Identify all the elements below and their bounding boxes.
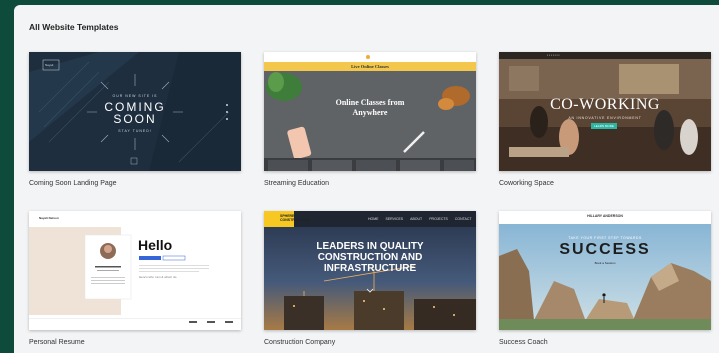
template-caption[interactable]: Success Coach: [499, 339, 548, 346]
template-caption[interactable]: Construction Company: [264, 339, 335, 346]
preview-logo: SPHERE CONSTRUCTIONS: [280, 214, 311, 222]
preview-title-2: SOON: [113, 112, 157, 126]
template-thumbnail[interactable]: Nayeli Nelson Hello Here's who I am & wh…: [29, 211, 241, 330]
thumbnail-background: [29, 211, 241, 330]
template-caption[interactable]: Coworking Space: [499, 180, 554, 187]
preview-banner: Live Online Classes: [351, 64, 389, 69]
template-thumbnail[interactable]: Live Online Classes Online Classes from …: [264, 52, 476, 171]
template-caption[interactable]: Streaming Education: [264, 180, 329, 187]
preview-logo: Nayeli: [45, 63, 54, 67]
template-thumbnail[interactable]: SPHERE CONSTRUCTIONS HOME SERVICES ABOUT PR…: [264, 211, 476, 330]
preview-headline: CO-WORKING: [550, 96, 660, 113]
preview-eyebrow: TAKE YOUR FIRST STEP TOWARDS: [568, 236, 642, 240]
template-thumbnail[interactable]: Nayeli OUR NEW SITE IS COMING SOON STAY …: [29, 52, 241, 171]
template-caption[interactable]: Coming Soon Landing Page: [29, 180, 117, 187]
preview-headline-2: Anywhere: [352, 108, 388, 117]
preview-tagline: Here's who I am & what I do: [139, 275, 177, 279]
thumbnail-background: [499, 211, 711, 330]
preview-headline-3: INFRASTRUCTURE: [323, 263, 417, 274]
preview-nav-item: CONTACT: [454, 217, 472, 221]
preview-cta: Book a Session: [594, 261, 616, 265]
preview-nav: ▪ ▪ ▪ ▪ ▪ ▪ ▪: [547, 53, 560, 57]
template-thumbnail[interactable]: HILLARY ANDERSON TAKE YOUR FIRST STEP TO…: [499, 211, 711, 330]
preview-headline-1: Online Classes from: [335, 98, 405, 107]
preview-nav-item: PROJECTS: [429, 217, 448, 221]
template-caption[interactable]: Personal Resume: [29, 339, 85, 346]
preview-greeting: Hello: [138, 237, 173, 253]
preview-tagline: AN INNOVATIVE ENVIRONMENT: [568, 116, 642, 120]
templates-panel: All Website Templates Nayeli OUR NEW SIT…: [14, 5, 719, 353]
template-thumbnail[interactable]: ▪ ▪ ▪ ▪ ▪ ▪ ▪ CO-WORKING AN INNOVATIVE E…: [499, 52, 711, 171]
preview-logo: Nayeli Nelson: [39, 216, 59, 220]
preview-headline-2: CONSTRUCTION AND: [317, 252, 423, 263]
preview-logo: HILLARY ANDERSON: [587, 214, 623, 218]
preview-nav-item: HOME: [368, 217, 379, 221]
preview-nav-item: ABOUT: [410, 217, 423, 221]
preview-nav-item: SERVICES: [385, 217, 404, 221]
preview-headline: SUCCESS: [559, 241, 651, 258]
preview-nav: HOME SERVICES ABOUT PROJECTS CONTACT: [368, 217, 472, 221]
preview-eyebrow: OUR NEW SITE IS: [112, 94, 158, 98]
preview-subtitle: STAY TUNED!: [118, 129, 152, 133]
preview-headline-1: LEADERS IN QUALITY: [316, 241, 424, 252]
preview-cta-button: LEARN MORE: [591, 123, 617, 129]
page-title: All Website Templates: [29, 22, 119, 32]
